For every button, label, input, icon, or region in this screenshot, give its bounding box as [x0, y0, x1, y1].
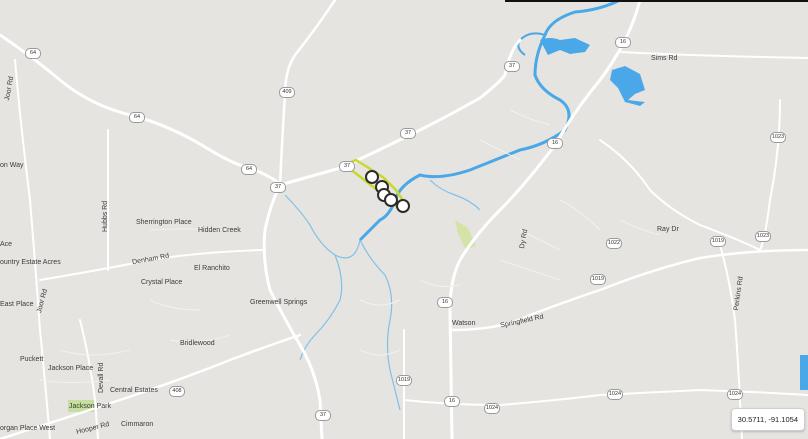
shield-37: 37 — [270, 182, 286, 193]
shield-37: 37 — [504, 61, 520, 72]
shield-1024: 1024 — [484, 403, 500, 414]
shield-64: 64 — [129, 112, 145, 123]
lake-right — [800, 355, 808, 390]
map-canvas[interactable]: Sims Rd on Way Joor Rd Hubbs Rd Sherring… — [0, 0, 808, 439]
shield-1024: 1024 — [727, 389, 743, 400]
label-cimmaron: Cimmaron — [121, 421, 154, 428]
label-central-estates: Central Estates — [110, 387, 158, 394]
label-hubbs-rd: Hubbs Rd — [102, 200, 109, 232]
label-ace: Ace — [0, 241, 13, 248]
label-el-ranchito: El Ranchito — [194, 265, 230, 272]
shield-37: 37 — [400, 128, 416, 139]
map-base-layer — [0, 0, 808, 439]
shield-1019: 1019 — [590, 274, 606, 285]
top-edge-bar — [505, 0, 808, 2]
lake-top — [540, 38, 590, 55]
label-crystal-place: Crystal Place — [141, 279, 183, 286]
label-bridlewood: Bridlewood — [180, 340, 215, 347]
park-area — [455, 220, 476, 250]
shield-1023: 1023 — [755, 231, 771, 242]
shield-37: 37 — [315, 410, 331, 421]
shield-1019: 1019 — [396, 375, 412, 386]
label-jackson-park: Jackson Park — [69, 403, 112, 410]
shield-1019: 1019 — [710, 236, 726, 247]
label-country-estate-acres: ountry Estate Acres — [0, 259, 61, 266]
shield-409: 409 — [279, 87, 295, 98]
shield-16: 16 — [547, 138, 563, 149]
label-sherrington-place: Sherrington Place — [136, 219, 192, 226]
shield-16: 16 — [444, 396, 460, 407]
shield-64: 64 — [241, 164, 257, 175]
shield-16: 16 — [437, 297, 453, 308]
label-on-way: on Way — [0, 162, 24, 169]
lake-sims — [610, 66, 645, 106]
shield-1022: 1022 — [606, 238, 622, 249]
label-devall-rd: Devall Rd — [98, 362, 105, 393]
shield-16: 16 — [615, 37, 631, 48]
label-organ-place-west: organ Place West — [0, 425, 56, 432]
map-marker-5[interactable] — [396, 199, 410, 213]
coordinates-readout: 30.5711, -91.1054 — [730, 408, 805, 431]
shield-64: 64 — [25, 48, 41, 59]
label-sims-rd: Sims Rd — [651, 55, 678, 62]
label-east-place: East Place — [0, 301, 34, 308]
label-ray-dr: Ray Dr — [657, 226, 679, 233]
label-watson: Watson — [452, 320, 476, 327]
label-jackson-place: Jackson Place — [48, 365, 94, 372]
shield-408: 408 — [169, 386, 185, 397]
shield-1024: 1024 — [607, 389, 623, 400]
label-greenwell-springs: Greenwell Springs — [250, 299, 308, 306]
label-hidden-creek: Hidden Creek — [198, 227, 241, 234]
shield-1023: 1023 — [770, 132, 786, 143]
shield-37: 37 — [339, 161, 355, 172]
label-puckett: Puckett — [20, 356, 44, 363]
